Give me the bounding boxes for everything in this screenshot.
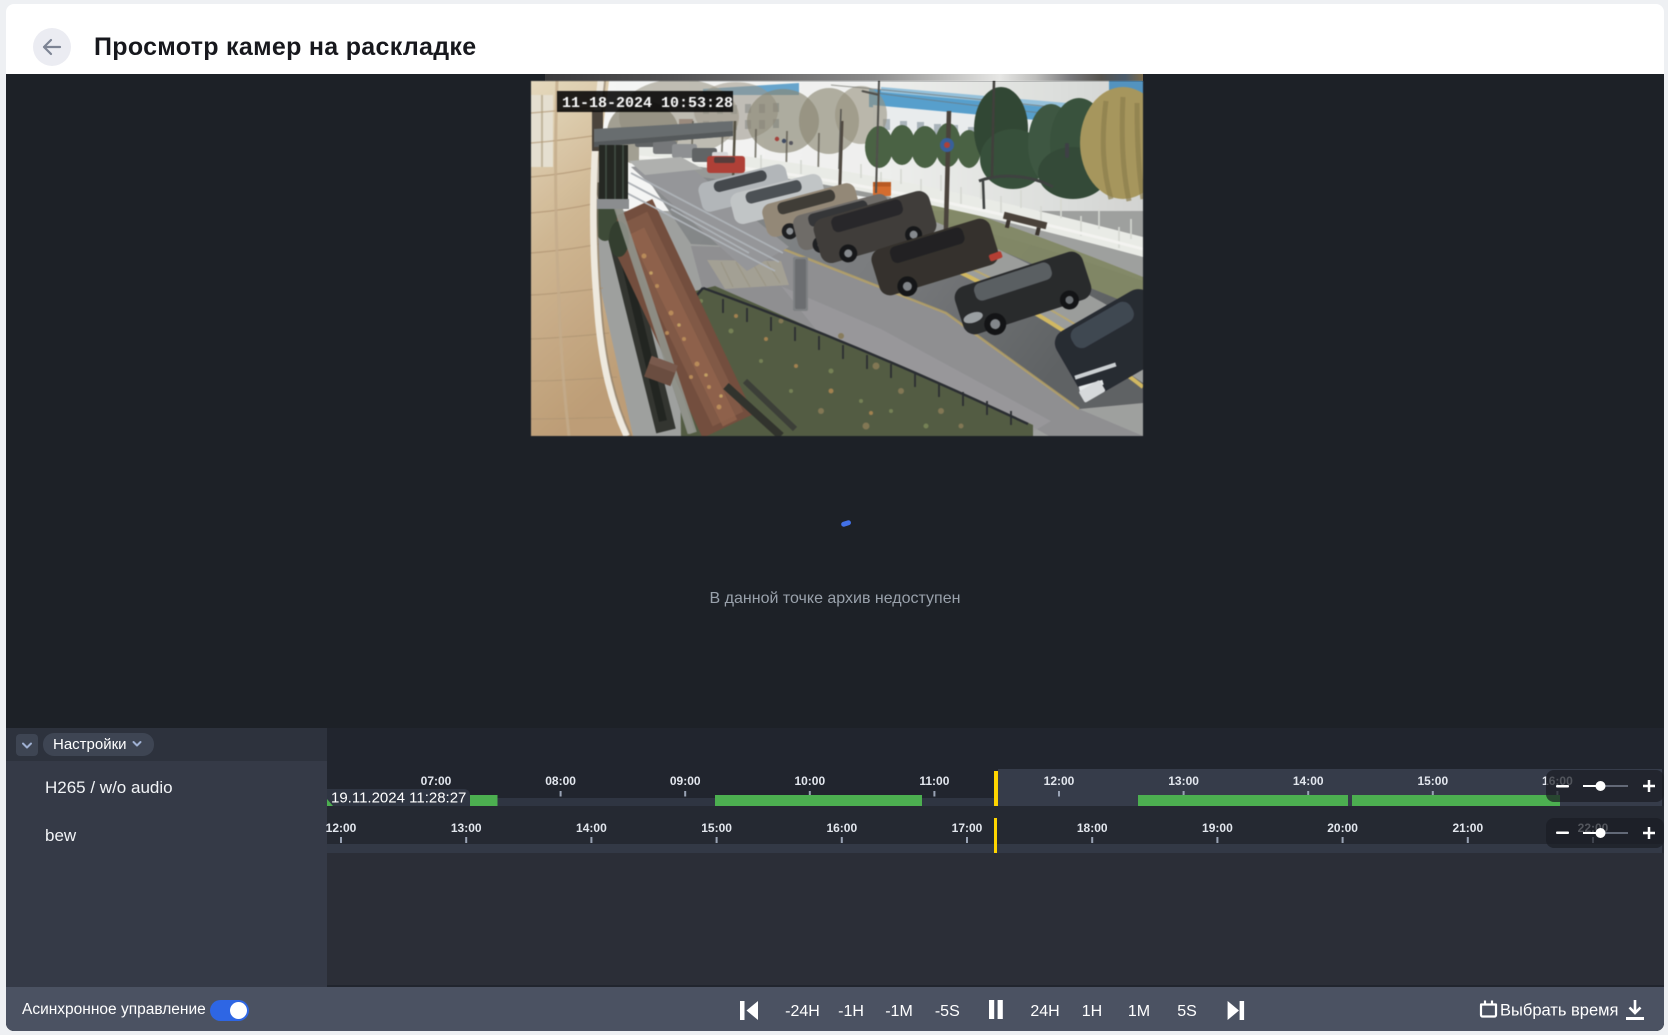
svg-text:13:00: 13:00 xyxy=(451,821,482,835)
svg-text:12:00: 12:00 xyxy=(326,821,357,835)
svg-text:14:00: 14:00 xyxy=(1293,774,1324,788)
svg-text:-24H: -24H xyxy=(785,1003,820,1020)
svg-text:1H: 1H xyxy=(1082,1003,1102,1020)
svg-text:-1M: -1M xyxy=(885,1003,913,1020)
svg-text:1M: 1M xyxy=(1128,1003,1150,1020)
svg-text:19.11.2024 11:28:27: 19.11.2024 11:28:27 xyxy=(331,790,466,807)
svg-text:24H: 24H xyxy=(1030,1003,1059,1020)
svg-text:09:00: 09:00 xyxy=(670,774,701,788)
svg-text:20:00: 20:00 xyxy=(1327,821,1358,835)
svg-text:15:00: 15:00 xyxy=(701,821,732,835)
svg-text:-1H: -1H xyxy=(838,1003,864,1020)
svg-text:13:00: 13:00 xyxy=(1168,774,1199,788)
svg-text:07:00: 07:00 xyxy=(421,774,452,788)
svg-text:Выбрать время: Выбрать время xyxy=(1500,1002,1618,1020)
svg-text:15:00: 15:00 xyxy=(1417,774,1448,788)
svg-text:14:00: 14:00 xyxy=(576,821,607,835)
svg-text:12:00: 12:00 xyxy=(1044,774,1075,788)
svg-text:-5S: -5S xyxy=(935,1003,960,1020)
svg-text:5S: 5S xyxy=(1177,1003,1197,1020)
svg-text:08:00: 08:00 xyxy=(545,774,576,788)
svg-text:11:00: 11:00 xyxy=(919,774,949,788)
svg-text:10:00: 10:00 xyxy=(794,774,825,788)
svg-text:18:00: 18:00 xyxy=(1077,821,1108,835)
svg-text:17:00: 17:00 xyxy=(952,821,983,835)
svg-text:19:00: 19:00 xyxy=(1202,821,1233,835)
svg-text:21:00: 21:00 xyxy=(1452,821,1483,835)
svg-text:16:00: 16:00 xyxy=(826,821,857,835)
